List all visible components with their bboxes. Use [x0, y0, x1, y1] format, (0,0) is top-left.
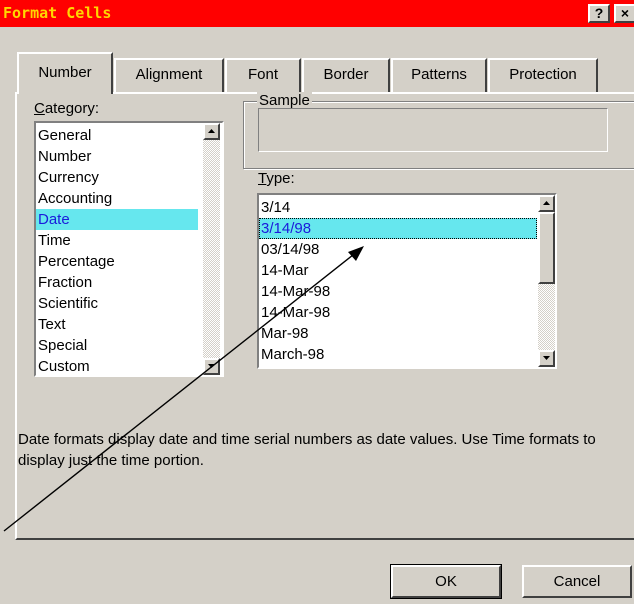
arrowhead-icon	[348, 246, 364, 261]
tab-number[interactable]: Number	[17, 52, 113, 94]
